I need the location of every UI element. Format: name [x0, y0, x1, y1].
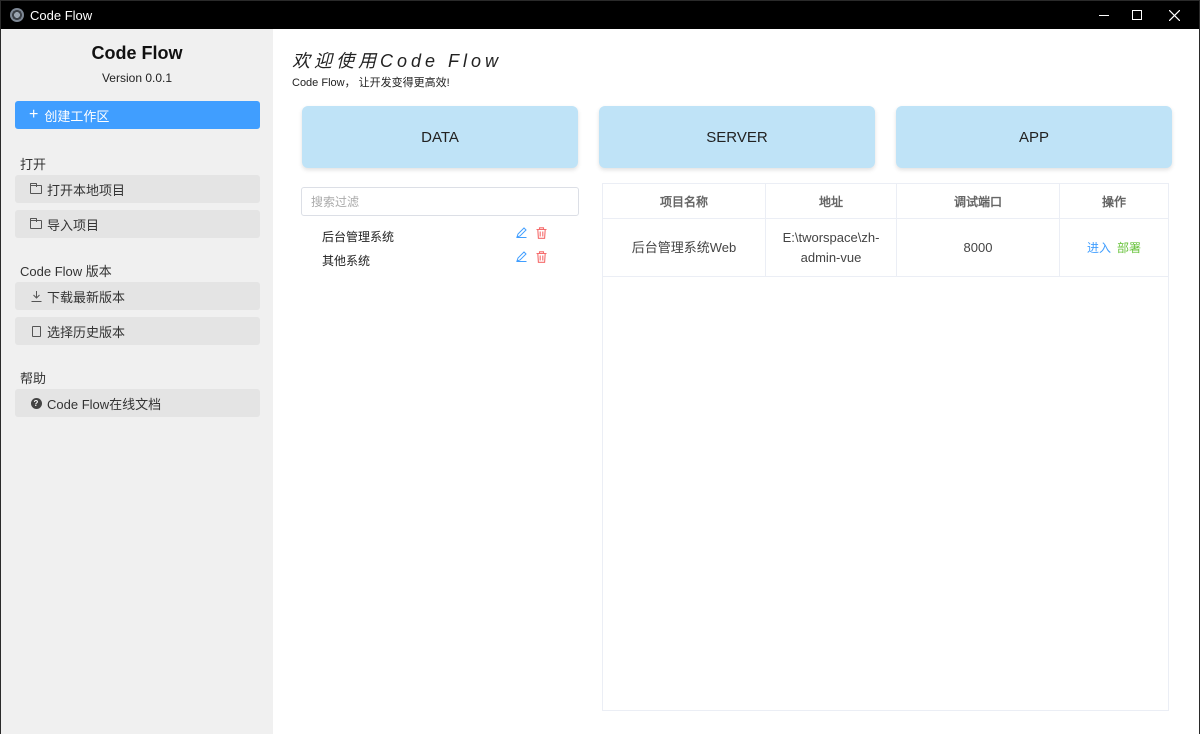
app-window: Code Flow Code Flow Version 0.0.1 + 创建工作…: [0, 0, 1200, 734]
import-project-label: 导入项目: [47, 217, 100, 233]
minimize-icon: [1099, 14, 1109, 16]
category-card-server[interactable]: SERVER: [599, 106, 875, 168]
create-workspace-button[interactable]: + 创建工作区: [15, 101, 260, 129]
title-bar: Code Flow: [1, 1, 1199, 29]
brand-title: Code Flow: [91, 43, 183, 63]
app-logo-icon: [10, 8, 24, 22]
column-header-port: 调试端口: [897, 184, 1060, 219]
edit-icon[interactable]: [516, 227, 527, 238]
column-header-actions: 操作: [1101, 195, 1126, 209]
column-header-path: 地址: [766, 184, 897, 219]
tree-item[interactable]: 后台管理系统: [322, 228, 394, 245]
project-name-cell: 后台管理系统Web: [603, 219, 766, 276]
table-header: 项目名称 地址 调试端口 操作: [603, 184, 1168, 219]
enter-link[interactable]: 进入: [1087, 238, 1111, 258]
window-title: Code Flow: [30, 7, 93, 23]
project-path-text: E:\tworspace\zh-admin-vue: [782, 229, 880, 265]
plus-icon: +: [29, 106, 39, 123]
delete-icon[interactable]: [536, 227, 547, 239]
folder-import-icon: [29, 217, 43, 229]
download-latest-label: 下载最新版本: [47, 289, 126, 305]
project-table: 项目名称 地址 调试端口 操作 后台管理系统Web E:\tworspace\z…: [602, 183, 1169, 711]
section-open-label: 打开: [20, 157, 47, 172]
import-project-button[interactable]: 导入项目: [15, 210, 260, 238]
slogan-text: Code Flow， 让开发变得更高效!: [292, 77, 450, 89]
table-row: 后台管理系统Web E:\tworspace\zh-admin-vue 8000…: [603, 219, 1168, 277]
tree-item[interactable]: 其他系统: [322, 252, 370, 269]
main-content: 欢迎使用Code Flow Code Flow， 让开发变得更高效! DATA …: [273, 29, 1199, 734]
create-workspace-label: 创建工作区: [44, 108, 110, 124]
category-card-data[interactable]: DATA: [302, 106, 578, 168]
sidebar: Code Flow Version 0.0.1 + 创建工作区 打开 打开本地项…: [1, 29, 273, 734]
version-label: Version 0.0.1: [101, 71, 173, 85]
deploy-link[interactable]: 部署: [1117, 238, 1141, 258]
folder-icon: [29, 182, 43, 194]
online-docs-label: Code Flow在线文档: [47, 396, 162, 412]
welcome-heading: 欢迎使用Code Flow: [292, 51, 503, 71]
document-icon: [29, 325, 43, 337]
column-header-name: 项目名称: [603, 184, 766, 219]
project-port-cell: 8000: [897, 219, 1060, 276]
section-help-label: 帮助: [20, 371, 47, 386]
open-local-project-button[interactable]: 打开本地项目: [15, 175, 260, 203]
project-actions-cell: 进入 部署: [1060, 219, 1168, 276]
choose-history-button[interactable]: 选择历史版本: [15, 317, 260, 345]
maximize-icon: [1132, 10, 1142, 20]
close-icon: [1168, 9, 1180, 21]
search-filter-input[interactable]: [301, 187, 579, 216]
open-local-project-label: 打开本地项目: [47, 182, 126, 198]
section-version-label: Code Flow 版本: [20, 264, 112, 279]
project-path-cell: E:\tworspace\zh-admin-vue: [766, 219, 897, 276]
online-docs-button[interactable]: ? Code Flow在线文档: [15, 389, 260, 417]
close-button[interactable]: [1151, 1, 1197, 29]
category-card-app[interactable]: APP: [896, 106, 1172, 168]
delete-icon[interactable]: [536, 251, 547, 263]
edit-icon[interactable]: [516, 251, 527, 262]
help-icon: ?: [29, 397, 43, 409]
download-latest-button[interactable]: 下载最新版本: [15, 282, 260, 310]
choose-history-label: 选择历史版本: [47, 324, 126, 340]
download-icon: [29, 290, 43, 302]
